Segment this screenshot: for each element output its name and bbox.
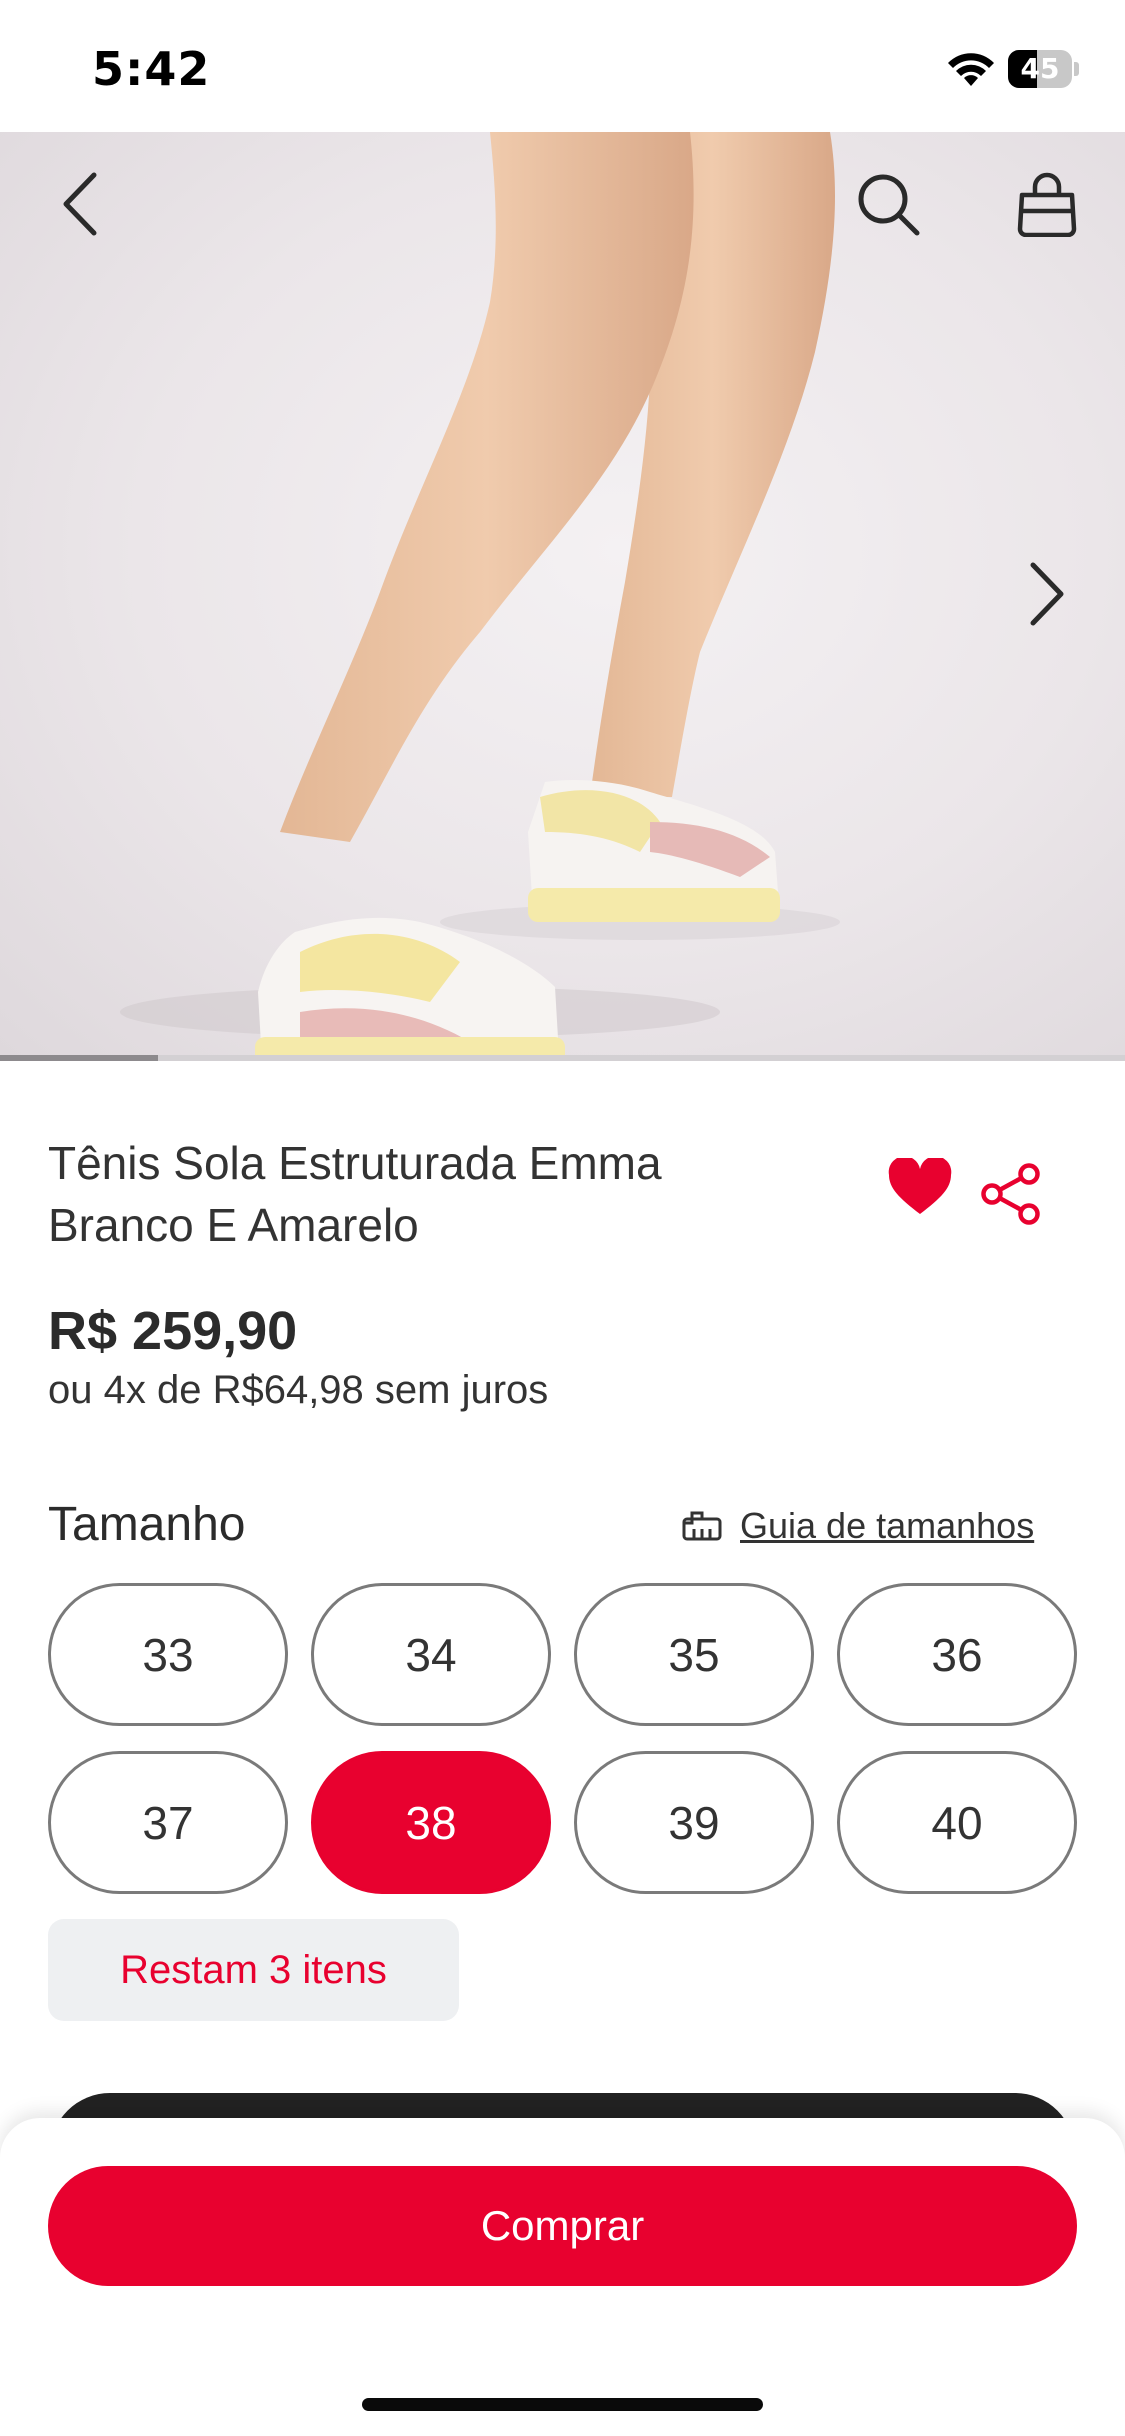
size-option-37[interactable]: 37 — [48, 1751, 288, 1894]
purchase-bar: Comprar — [0, 2118, 1125, 2436]
chevron-right-icon — [1030, 562, 1064, 626]
size-option-35[interactable]: 35 — [574, 1583, 814, 1726]
cart-button[interactable] — [1007, 164, 1087, 244]
status-bar: 5:42 45 — [0, 0, 1125, 132]
product-detail-screen: 5:42 45 Tênis Sola Estruturada Emma Bran… — [0, 0, 1125, 2436]
product-price: R$ 259,90 — [48, 1301, 298, 1361]
next-image-button[interactable] — [1007, 554, 1087, 634]
carousel-progress-bar — [0, 1055, 1125, 1061]
size-option-38[interactable]: 38 — [311, 1751, 551, 1894]
search-button[interactable] — [848, 164, 928, 244]
heart-icon — [888, 1158, 952, 1214]
battery-level: 45 — [1020, 52, 1060, 85]
product-title-line-1: Tênis Sola Estruturada Emma — [48, 1137, 662, 1189]
product-title: Tênis Sola Estruturada Emma Branco E Ama… — [48, 1132, 808, 1256]
product-title-line-2: Branco E Amarelo — [48, 1199, 419, 1251]
size-option-36[interactable]: 36 — [837, 1583, 1077, 1726]
product-image-carousel[interactable] — [0, 132, 1125, 1060]
size-option-40[interactable]: 40 — [837, 1751, 1077, 1894]
stock-badge: Restam 3 itens — [48, 1919, 459, 2021]
size-option-33[interactable]: 33 — [48, 1583, 288, 1726]
size-options: 33 34 35 36 37 38 39 40 — [48, 1583, 1078, 1894]
share-button[interactable] — [975, 1158, 1047, 1230]
ruler-icon — [682, 1511, 722, 1541]
installment-info: ou 4x de R$64,98 sem juros — [48, 1368, 549, 1412]
home-indicator — [362, 2398, 763, 2411]
carousel-progress-fill — [0, 1055, 158, 1061]
wifi-icon — [948, 53, 994, 86]
shopping-bag-icon — [1017, 172, 1077, 237]
back-button[interactable] — [40, 164, 120, 244]
share-icon — [981, 1163, 1040, 1225]
search-icon — [858, 174, 920, 236]
size-section-label: Tamanho — [48, 1498, 246, 1551]
size-option-34[interactable]: 34 — [311, 1583, 551, 1726]
buy-button[interactable]: Comprar — [48, 2166, 1077, 2286]
battery-icon: 45 — [1008, 50, 1079, 88]
chevron-left-icon — [63, 172, 97, 236]
status-time: 5:42 — [92, 42, 211, 96]
size-guide-link-text[interactable]: Guia de tamanhos — [740, 1505, 1034, 1547]
size-option-39[interactable]: 39 — [574, 1751, 814, 1894]
product-photo — [120, 132, 840, 1060]
favorite-button[interactable] — [880, 1150, 960, 1224]
size-guide-link[interactable]: Guia de tamanhos — [682, 1502, 1034, 1550]
